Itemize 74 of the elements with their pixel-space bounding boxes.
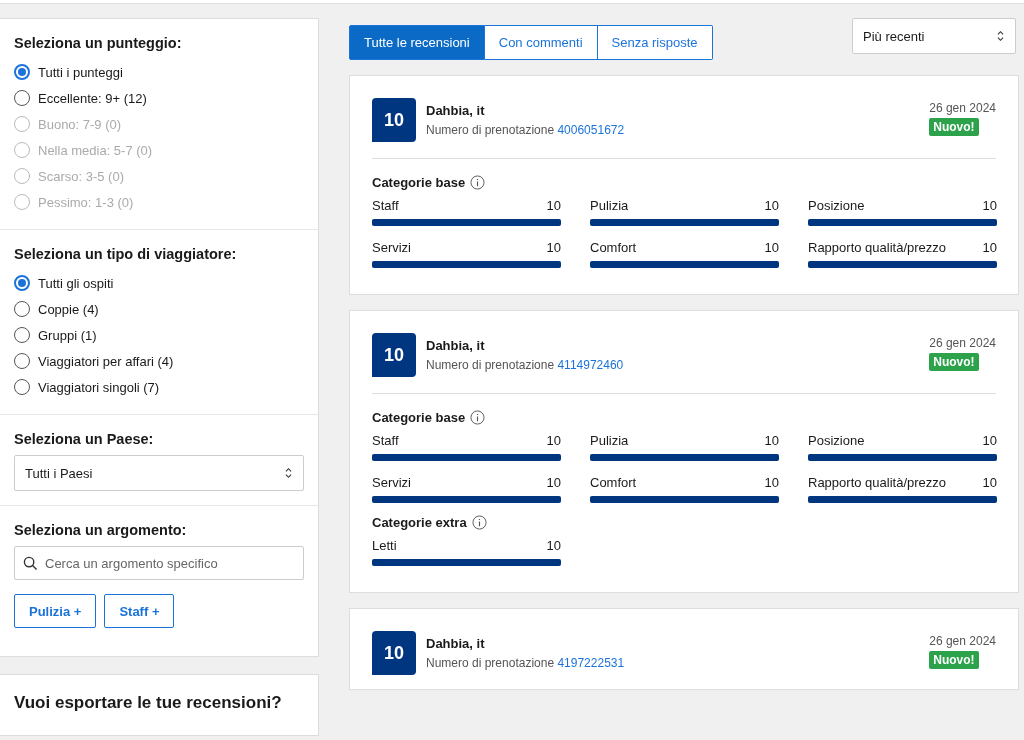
radio-label[interactable]: Coppie (4) <box>38 301 99 317</box>
score-badge: 10 <box>372 98 416 142</box>
category-name: Letti <box>372 538 397 553</box>
booking-label: Numero di prenotazione <box>426 358 555 372</box>
radio-label[interactable]: Viaggiatori singoli (7) <box>38 379 160 395</box>
radio-label[interactable]: Eccellente: 9+ (12) <box>38 90 147 106</box>
category-score: 10 <box>546 433 561 448</box>
booking-label: Numero di prenotazione <box>426 123 555 137</box>
category-score: 10 <box>764 240 779 255</box>
radio-button[interactable] <box>14 275 30 291</box>
section-heading: Seleziona un Paese: <box>14 431 155 447</box>
booking-link[interactable]: 4114972460 <box>557 358 624 372</box>
category-heading: Categorie base <box>372 175 466 190</box>
category-score: 10 <box>982 433 997 448</box>
category-name: Servizi <box>372 475 411 490</box>
radio-label[interactable]: Tutti gli ospiti <box>38 275 114 291</box>
topic-chip[interactable]: Pulizia + <box>14 594 97 628</box>
category-name: Posizione <box>808 198 865 213</box>
category-name: Posizione <box>808 433 865 448</box>
category-name: Comfort <box>590 475 637 490</box>
export-heading: Vuoi esportare le tue recensioni? <box>14 693 283 713</box>
category-name: Staff <box>372 433 399 448</box>
sort-select[interactable]: Più recenti <box>852 18 1016 54</box>
category-heading: Categorie base <box>372 410 466 425</box>
new-badge: Nuovo! <box>929 651 979 669</box>
guest-name: Dahbia, it <box>426 636 486 651</box>
category-score: 10 <box>764 475 779 490</box>
category-name: Comfort <box>590 240 637 255</box>
category-name: Pulizia <box>590 433 629 448</box>
new-badge: Nuovo! <box>929 353 979 371</box>
filter-tab[interactable]: Tutte le recensioni <box>349 25 485 60</box>
radio-button[interactable] <box>14 64 30 80</box>
category-score: 10 <box>982 198 997 213</box>
review-date: 26 gen 2024 <box>929 336 996 350</box>
review-date: 26 gen 2024 <box>929 634 996 648</box>
radio-label[interactable]: Tutti i punteggi <box>38 64 123 80</box>
category-name: Rapporto qualità/prezzo <box>808 475 947 490</box>
booking-label: Numero di prenotazione <box>426 656 555 670</box>
category-score: 10 <box>764 198 779 213</box>
category-score: 10 <box>546 240 561 255</box>
category-score: 10 <box>982 240 997 255</box>
category-score: 10 <box>546 475 561 490</box>
radio-label[interactable]: Gruppi (1) <box>38 327 97 343</box>
radio-label[interactable]: Viaggiatori per affari (4) <box>38 353 174 369</box>
score-badge: 10 <box>372 631 416 675</box>
section-heading: Seleziona un punteggio: <box>14 35 183 51</box>
section-heading: Seleziona un argomento: <box>14 522 188 538</box>
info-icon[interactable] <box>470 410 486 425</box>
category-score: 10 <box>764 433 779 448</box>
category-name: Rapporto qualità/prezzo <box>808 240 947 255</box>
info-icon[interactable] <box>471 515 487 530</box>
topic-chip[interactable]: Staff + <box>104 594 175 628</box>
booking-link[interactable]: 4197222531 <box>557 656 625 670</box>
chevron-icon <box>284 467 293 479</box>
category-heading: Categorie extra <box>372 515 467 530</box>
review-date: 26 gen 2024 <box>929 101 996 115</box>
booking-link[interactable]: 4006051672 <box>557 123 625 137</box>
category-score: 10 <box>982 475 997 490</box>
category-score: 10 <box>546 538 561 553</box>
category-name: Staff <box>372 198 399 213</box>
category-name: Servizi <box>372 240 411 255</box>
guest-name: Dahbia, it <box>426 103 486 118</box>
section-heading: Seleziona un tipo di viaggiatore: <box>14 246 238 262</box>
filter-tab[interactable]: Con commenti <box>484 25 598 60</box>
search-field[interactable]: Cerca un argomento specifico <box>14 546 304 580</box>
score-badge: 10 <box>372 333 416 377</box>
info-icon[interactable] <box>470 175 486 190</box>
chevron-icon <box>996 30 1005 42</box>
filter-tab[interactable]: Senza risposte <box>597 25 713 60</box>
guest-name: Dahbia, it <box>426 338 486 353</box>
new-badge: Nuovo! <box>929 118 979 136</box>
category-name: Pulizia <box>590 198 629 213</box>
category-score: 10 <box>546 198 561 213</box>
country-select[interactable]: Tutti i Paesi <box>14 455 304 491</box>
